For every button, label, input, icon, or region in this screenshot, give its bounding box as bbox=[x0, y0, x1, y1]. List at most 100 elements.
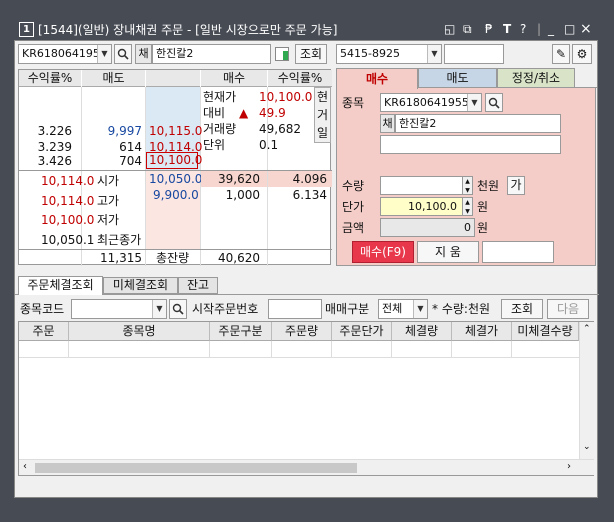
low-price: 10,100.0 bbox=[41, 213, 95, 227]
minimize-icon[interactable]: _ bbox=[548, 21, 554, 37]
trade-type-select[interactable]: 전체 ▼ bbox=[378, 299, 428, 319]
order-code-value: KR6180641955 bbox=[384, 96, 469, 109]
code-input[interactable]: KR6180641955 ▼ bbox=[18, 44, 112, 64]
qty-unit-note: * 수량:천원 bbox=[432, 302, 491, 316]
scroll-down-icon[interactable]: ⌄ bbox=[583, 442, 591, 452]
trade-type-dropdown-icon[interactable]: ▼ bbox=[413, 300, 427, 318]
bottom-search-button[interactable] bbox=[169, 299, 187, 319]
window: 1 [1544](일반) 장내채권 주문 - [일반 시장으로만 주문 가능] … bbox=[0, 0, 614, 522]
trade-type-value: 전체 bbox=[382, 302, 403, 315]
bid-price[interactable]: 9,900.0 bbox=[153, 186, 199, 204]
last-close-label: 최근종가 bbox=[97, 233, 142, 247]
col-order: 주문 bbox=[19, 322, 69, 341]
main-panel: KR6180641955 ▼ 채 한진칼2 조회 수익률% 매도 매수 수익률% … bbox=[14, 40, 599, 498]
edit-button[interactable]: ✎ bbox=[552, 44, 570, 64]
start-order-input[interactable] bbox=[268, 299, 322, 319]
unit-label: 단위 bbox=[203, 138, 226, 152]
account-dropdown-icon[interactable]: ▼ bbox=[427, 45, 441, 63]
header-sell-yield: 수익률% bbox=[19, 70, 81, 87]
order-extra-field bbox=[380, 135, 561, 154]
header-buy-yield: 수익률% bbox=[268, 70, 332, 87]
search-icon bbox=[117, 48, 129, 60]
order-search-button[interactable] bbox=[485, 93, 503, 112]
next-button[interactable]: 다음 bbox=[547, 299, 589, 319]
unit-value: 0.1 bbox=[259, 138, 279, 152]
available-button[interactable]: 가 bbox=[507, 176, 525, 195]
price-label: 단가 bbox=[342, 200, 365, 214]
tab-unfilled[interactable]: 미체결조회 bbox=[103, 277, 178, 294]
name-value: 한진칼2 bbox=[156, 47, 194, 60]
search-button[interactable] bbox=[114, 44, 132, 64]
chae-badge: 채 bbox=[135, 44, 152, 64]
header-buy: 매수 bbox=[201, 70, 267, 87]
price-input[interactable]: 10,100.0 bbox=[380, 197, 472, 216]
close-icon[interactable]: × bbox=[580, 21, 592, 37]
order-code-label: 종목 bbox=[342, 96, 365, 110]
horizontal-scrollbar[interactable]: ‹ › bbox=[19, 459, 594, 475]
ask-price-current[interactable]: 10,100.0 bbox=[146, 152, 202, 169]
side-tab-daily[interactable]: 일 bbox=[317, 124, 328, 142]
chart-icon[interactable] bbox=[275, 47, 289, 61]
search-icon bbox=[488, 97, 500, 109]
scroll-up-icon[interactable]: ⌃ bbox=[583, 324, 591, 334]
ask-yield: 3.426 bbox=[37, 154, 72, 168]
open-price: 10,114.0 bbox=[41, 174, 95, 188]
tab-buy[interactable]: 매수 bbox=[336, 68, 418, 89]
side-tabs: 현 거 일 bbox=[314, 87, 331, 143]
code-dropdown-icon[interactable]: ▼ bbox=[97, 45, 111, 63]
clear-button[interactable]: 지 움 bbox=[417, 241, 479, 263]
tab-sell[interactable]: 매도 bbox=[418, 68, 497, 88]
bid-yield: 6.134 bbox=[292, 188, 327, 202]
status-strip bbox=[14, 498, 598, 514]
buy-order-button[interactable]: 매수(F9) bbox=[352, 241, 414, 263]
vertical-scrollbar[interactable]: ⌃ ⌄ bbox=[579, 322, 594, 459]
qty-label: 수량 bbox=[342, 179, 365, 193]
help-icon[interactable]: ? bbox=[520, 21, 526, 37]
search-code-label: 종목코드 bbox=[20, 302, 65, 316]
text-icon[interactable]: T bbox=[503, 21, 511, 37]
col-name: 종목명 bbox=[69, 322, 210, 341]
search-code-input[interactable]: ▼ bbox=[71, 299, 167, 319]
account-select[interactable]: 5415-8925 ▼ bbox=[336, 44, 442, 64]
scroll-left-icon[interactable]: ‹ bbox=[23, 461, 27, 472]
col-order-price: 주문단가 bbox=[332, 322, 392, 341]
left-query-button[interactable]: 조회 bbox=[295, 44, 327, 64]
ask-qty: 704 bbox=[119, 154, 142, 168]
settings-button[interactable]: ⚙ bbox=[572, 44, 592, 64]
password-input[interactable] bbox=[444, 44, 504, 64]
trade-type-label: 매매구분 bbox=[325, 302, 370, 316]
name-field: 한진칼2 bbox=[152, 44, 271, 64]
tab-balance[interactable]: 잔고 bbox=[178, 277, 218, 294]
scroll-right-icon[interactable]: › bbox=[567, 461, 571, 472]
layout-icon[interactable]: ◱ bbox=[444, 21, 455, 37]
order-code-input[interactable]: KR6180641955 ▼ bbox=[380, 93, 482, 112]
order-code-dropdown-icon[interactable]: ▼ bbox=[467, 94, 481, 111]
amount-label: 금액 bbox=[342, 221, 365, 235]
price-spinner-icon[interactable]: ▲ ▼ bbox=[462, 197, 473, 216]
order-book: 수익률% 매도 매수 수익률% 현재가 10,100.0 대비 ▲ 49.9 거… bbox=[18, 69, 332, 266]
maximize-icon[interactable]: □ bbox=[564, 21, 575, 37]
tab-order-fills[interactable]: 주문체결조회 bbox=[18, 276, 103, 295]
copy-window-icon[interactable]: ⧉ bbox=[463, 21, 472, 37]
qty-unit: 천원 bbox=[477, 179, 500, 193]
bottom-query-button[interactable]: 조회 bbox=[501, 299, 543, 319]
search-code-dropdown-icon[interactable]: ▼ bbox=[152, 300, 166, 318]
side-tab-current[interactable]: 현 bbox=[317, 88, 328, 106]
window-title: [1544](일반) 장내채권 주문 - [일반 시장으로만 주문 가능] bbox=[38, 23, 338, 37]
tab-modify-cancel[interactable]: 정정/취소 bbox=[497, 68, 575, 88]
total-sell-qty: 11,315 bbox=[100, 251, 142, 265]
divider: | bbox=[537, 22, 542, 36]
side-tab-trade[interactable]: 거 bbox=[317, 106, 328, 124]
qty-input[interactable] bbox=[380, 176, 472, 195]
high-label: 고가 bbox=[97, 194, 120, 208]
total-buy-qty: 40,620 bbox=[218, 251, 260, 265]
col-fill-price: 체결가 bbox=[452, 322, 512, 341]
scroll-thumb[interactable] bbox=[35, 463, 357, 473]
price-value: 10,100.0 bbox=[408, 200, 457, 213]
qty-spinner-icon[interactable]: ▲ ▼ bbox=[462, 176, 473, 195]
order-name-value: 한진칼2 bbox=[399, 117, 437, 130]
account-value: 5415-8925 bbox=[340, 47, 400, 60]
pin-icon[interactable]: ₱ bbox=[485, 21, 493, 37]
table-row[interactable] bbox=[19, 341, 579, 358]
order-note-field bbox=[482, 241, 554, 263]
